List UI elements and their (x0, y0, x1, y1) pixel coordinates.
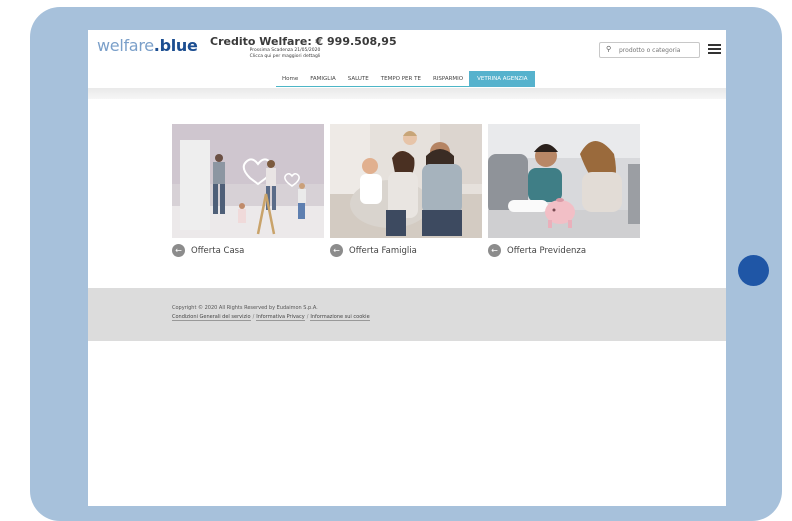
tab-risparmio[interactable]: RISPARMIO (426, 71, 470, 87)
arrow-left-circle-icon[interactable]: ← (488, 244, 501, 257)
credit-summary: Credito Welfare: € 999.508,95 Prossima S… (210, 35, 397, 60)
search-box[interactable]: ⚲ (599, 42, 700, 58)
footer-link-condizioni[interactable]: Condizioni Generali del servizio (172, 314, 251, 321)
credit-details-link[interactable]: Clicca qui per maggiori dettagli (210, 54, 360, 60)
brand-logo[interactable]: welfare.blue (97, 36, 198, 55)
arrow-left-circle-icon[interactable]: ← (330, 244, 343, 257)
hamburger-menu-icon[interactable] (708, 44, 721, 55)
footer: Copyright © 2020 All Rights Reserved by … (88, 288, 726, 341)
offer-card-previdenza[interactable]: ← Offerta Previdenza (488, 124, 640, 257)
footer-links: Condizioni Generali del servizio / Informa… (172, 314, 370, 321)
offer-previdenza-label[interactable]: Offerta Previdenza (507, 246, 586, 256)
tab-tempo-per-te[interactable]: TEMPO PER TE (374, 71, 427, 87)
nav-divider (88, 88, 726, 99)
footer-separator: / (306, 314, 309, 320)
main-nav: Home FAMIGLIA SALUTE TEMPO PER TE RISPAR… (276, 71, 536, 87)
logo-part-1: welfare (97, 36, 154, 55)
footer-link-privacy[interactable]: Informativa Privacy (256, 314, 305, 321)
tablet-home-button[interactable] (738, 255, 769, 286)
offer-casa-label[interactable]: Offerta Casa (191, 246, 244, 256)
offer-previdenza-image[interactable] (488, 124, 640, 238)
footer-link-cookie[interactable]: Informazione sui cookie (310, 314, 370, 321)
arrow-left-circle-icon[interactable]: ← (172, 244, 185, 257)
logo-part-2: .blue (153, 36, 198, 55)
search-icon[interactable]: ⚲ (606, 45, 611, 53)
footer-separator: / (252, 314, 255, 320)
tab-salute[interactable]: SALUTE (341, 71, 375, 87)
offer-card-casa[interactable]: ← Offerta Casa (172, 124, 324, 257)
screen: welfare.blue Credito Welfare: € 999.508,… (88, 30, 726, 506)
tab-vetrina-agenzia[interactable]: VETRINA AGENZIA (469, 71, 536, 87)
offer-card-famiglia[interactable]: ← Offerta Famiglia (330, 124, 482, 257)
offer-famiglia-label[interactable]: Offerta Famiglia (349, 246, 417, 256)
search-input[interactable] (619, 44, 695, 56)
footer-copyright: Copyright © 2020 All Rights Reserved by … (172, 305, 318, 311)
tab-famiglia[interactable]: FAMIGLIA (304, 71, 342, 87)
credit-title: Credito Welfare: € 999.508,95 (210, 35, 397, 48)
tab-home[interactable]: Home (276, 71, 305, 87)
offer-famiglia-image[interactable] (330, 124, 482, 238)
offer-casa-image[interactable] (172, 124, 324, 238)
